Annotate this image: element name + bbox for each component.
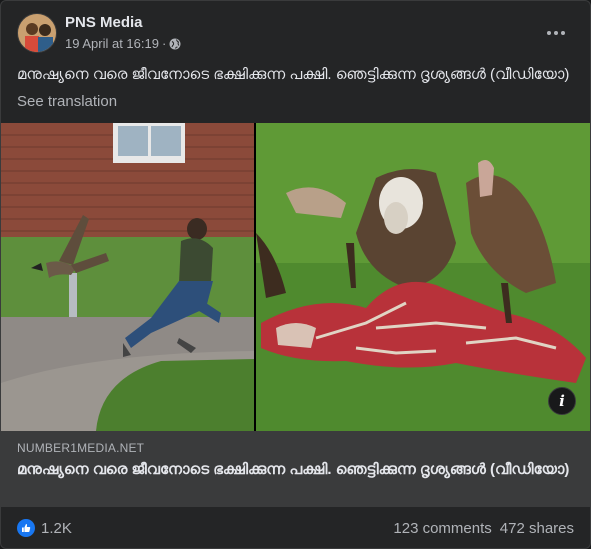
link-preview[interactable]: NUMBER1MEDIA.NET മനുഷ്യനെ വരെ ജീവനോടെ ഭക… (1, 431, 590, 507)
post-meta: 19 April at 16:19 · (65, 36, 181, 51)
shares-count-link[interactable]: 472 shares (500, 520, 574, 537)
see-translation-link[interactable]: See translation (17, 93, 117, 110)
more-options-icon[interactable] (538, 19, 574, 47)
info-icon[interactable]: i (548, 387, 576, 415)
like-icon (17, 519, 35, 537)
link-title[interactable]: മനുഷ്യനെ വരെ ജീവനോടെ ഭക്ഷിക്കുന്ന പക്ഷി.… (17, 460, 576, 480)
meta-separator: · (161, 36, 167, 51)
page-name[interactable]: PNS Media (65, 14, 143, 31)
goose-attack-photo (1, 123, 254, 431)
post-footer: 1.2K 123 comments 472 shares (17, 507, 574, 548)
globe-icon (169, 38, 181, 50)
vultures-photo (256, 123, 590, 431)
post-header: PNS Media 19 April at 16:19 · (17, 13, 574, 57)
comments-count-link[interactable]: 123 comments (393, 520, 491, 537)
post-card: PNS Media 19 April at 16:19 · മനുഷ്യനെ വര… (0, 0, 591, 549)
post-media[interactable]: i (1, 123, 590, 431)
reactions-summary[interactable]: 1.2K (17, 519, 72, 537)
post-caption: മനുഷ്യനെ വരെ ജീവനോടെ ഭക്ഷിക്കുന്ന പക്ഷി.… (17, 66, 570, 83)
engagement-stats: 123 comments 472 shares (393, 520, 574, 537)
reaction-count: 1.2K (41, 519, 72, 537)
link-domain: NUMBER1MEDIA.NET (17, 441, 145, 455)
post-timestamp[interactable]: 19 April at 16:19 (65, 36, 159, 51)
page-avatar[interactable] (17, 13, 57, 53)
